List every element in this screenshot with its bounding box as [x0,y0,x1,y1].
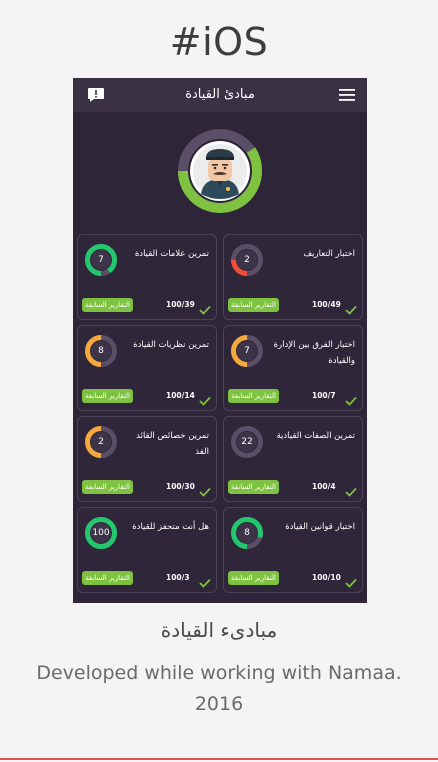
check-icon [345,391,357,406]
progress-value: 8 [98,346,104,356]
previous-reports-button[interactable]: التقارير السابقة [82,571,133,585]
score-text: 100/49 [312,300,341,309]
exercise-title: اختبار قوانين القيادة [285,522,355,532]
exercise-card[interactable]: تمرين خصائص القائد الفذ 2 التقارير السابقة… [77,416,217,502]
check-icon [199,482,211,497]
check-icon [199,573,211,588]
caption-description: Developed while working with Namaa. 2016 [36,662,402,715]
progress-ring: 2 [230,243,264,277]
exercise-card[interactable]: اختبار التعاريف 2 التقارير السابقة 100/49 [223,234,363,320]
score-text: 100/30 [166,482,195,491]
score-text: 100/7 [312,391,336,400]
progress-ring: 100 [84,516,118,550]
exercise-title: تمرين خصائص القائد الفذ [136,431,209,457]
previous-reports-button[interactable]: التقارير السابقة [228,389,279,403]
score-text: 100/14 [166,391,195,400]
score-text: 100/39 [166,300,195,309]
exercise-title: هل أنت متحفز للقيادة [132,522,209,532]
exercise-title: تمرين الصفات القيادية [276,431,355,441]
previous-reports-button[interactable]: التقارير السابقة [228,298,279,312]
menu-icon[interactable] [338,88,356,102]
previous-reports-button[interactable]: التقارير السابقة [82,389,133,403]
exercise-card[interactable]: اختبار قوانين القيادة 8 التقارير السابقة 10… [223,507,363,593]
exercise-card[interactable]: تمرين نظريات القيادة 8 التقارير السابقة 100… [77,325,217,411]
accent-divider [0,758,438,760]
score-text: 100/3 [166,573,190,582]
previous-reports-button[interactable]: التقارير السابقة [228,571,279,585]
check-icon [199,300,211,315]
check-icon [199,391,211,406]
progress-ring: 7 [84,243,118,277]
progress-value: 2 [244,255,250,265]
feedback-icon[interactable] [87,87,105,103]
exercise-title: تمرين نظريات القيادة [133,340,209,350]
check-icon [345,300,357,315]
progress-value: 8 [244,528,250,538]
app-screenshot: مبادئ القيادة اختبار التعاريف 2 التقارير… [73,78,367,603]
check-icon [345,573,357,588]
exercise-title: تمرين علامات القيادة [134,249,209,259]
progress-ring: 7 [230,334,264,368]
previous-reports-button[interactable]: التقارير السابقة [228,480,279,494]
previous-reports-button[interactable]: التقارير السابقة [82,298,133,312]
check-icon [345,482,357,497]
score-text: 100/4 [312,482,336,491]
app-topbar: مبادئ القيادة [73,78,367,112]
exercise-title: اختبار الفرق بين الإدارة والقيادة [273,340,355,366]
page-heading: #iOS [169,20,269,64]
exercise-card[interactable]: تمرين علامات القيادة 7 التقارير السابقة 100… [77,234,217,320]
progress-value: 7 [98,255,104,265]
progress-ring: 2 [84,425,118,459]
progress-value: 7 [244,346,250,356]
progress-ring: 22 [230,425,264,459]
exercise-card[interactable]: اختبار الفرق بين الإدارة والقيادة 7 التقار… [223,325,363,411]
progress-value: 100 [92,528,110,538]
progress-value: 2 [98,437,104,447]
caption-title: مبادىء القيادة [160,618,278,642]
progress-ring: 8 [84,334,118,368]
previous-reports-button[interactable]: التقارير السابقة [82,480,133,494]
avatar [177,128,263,214]
app-title: مبادئ القيادة [185,87,255,102]
progress-ring: 8 [230,516,264,550]
exercise-card[interactable]: هل أنت متحفز للقيادة 100 التقارير السابقة 1… [77,507,217,593]
exercise-card[interactable]: تمرين الصفات القيادية 22 التقارير السابقة 1… [223,416,363,502]
progress-value: 22 [241,437,253,447]
exercise-title: اختبار التعاريف [303,249,355,259]
score-text: 100/10 [312,573,341,582]
